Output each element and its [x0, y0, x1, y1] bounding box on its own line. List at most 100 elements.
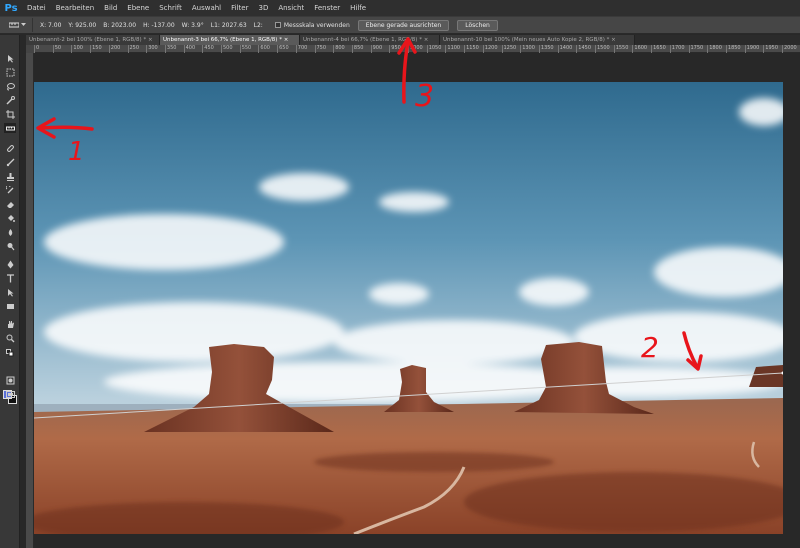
- checkbox-box[interactable]: [274, 22, 281, 28]
- menu-bild[interactable]: Bild: [99, 0, 122, 16]
- ruler-tick: 300: [146, 45, 158, 53]
- x-readout: X: 7.00: [40, 21, 62, 29]
- clear-button[interactable]: Löschen: [457, 19, 498, 31]
- tab-unbenannt-10[interactable]: Unbenannt-10 bei 100% (Mein neues Auto K…: [440, 35, 635, 45]
- history-brush-icon[interactable]: [4, 185, 16, 195]
- menu-auswahl[interactable]: Auswahl: [187, 0, 226, 16]
- ruler-tick: 1750: [688, 45, 704, 53]
- ruler-tick: 650: [277, 45, 289, 53]
- ruler-tick: 1900: [744, 45, 760, 53]
- quick-mask-icon[interactable]: [4, 375, 16, 385]
- ruler-tick: 0: [34, 45, 40, 53]
- photoshop-logo: Ps: [4, 2, 18, 14]
- eraser-tool-icon[interactable]: [4, 199, 16, 209]
- menu-bar: Ps Datei Bearbeiten Bild Ebene Schrift A…: [0, 0, 800, 16]
- menu-fenster[interactable]: Fenster: [309, 0, 345, 16]
- dodge-tool-icon[interactable]: [4, 241, 16, 251]
- y-readout: Y: 925.00: [68, 21, 97, 29]
- menu-hilfe[interactable]: Hilfe: [345, 0, 371, 16]
- options-bar: X: 7.00 Y: 925.00 B: 2023.00 H: -137.00 …: [0, 16, 800, 34]
- ruler-tick: 1200: [482, 45, 498, 53]
- ruler-tick: 1500: [595, 45, 610, 53]
- healing-brush-icon[interactable]: [4, 143, 16, 153]
- type-tool-icon[interactable]: [4, 273, 16, 283]
- tab-unbenannt-4[interactable]: Unbenannt-4 bei 66,7% (Ebene 1, RGB/8) *…: [300, 35, 440, 45]
- measure-scale-label: Messskala verwenden: [283, 21, 350, 29]
- move-tool-icon[interactable]: [4, 53, 16, 63]
- ruler-tick: 1400: [557, 45, 573, 53]
- brush-tool-icon[interactable]: [4, 157, 16, 167]
- tab-unbenannt-2[interactable]: Unbenannt-2 bei 100% (Ebene 1, RGB/8) * …: [26, 35, 160, 45]
- ruler-tick: 750: [314, 45, 327, 53]
- ruler-corner[interactable]: [26, 45, 34, 53]
- ruler-tick: 600: [258, 45, 270, 53]
- blur-tool-icon[interactable]: [4, 227, 16, 237]
- paint-bucket-icon[interactable]: [4, 213, 16, 223]
- ruler-tick: 1250: [501, 45, 517, 53]
- height-readout: H: -137.00: [143, 21, 175, 29]
- vertical-ruler[interactable]: [26, 53, 34, 548]
- ruler-tick: 1850: [725, 45, 741, 53]
- ruler-tick: 1100: [445, 45, 461, 53]
- menu-ansicht[interactable]: Ansicht: [273, 0, 309, 16]
- ruler-tick: 1050: [426, 45, 442, 53]
- tab-label: Unbenannt-4 bei 66,7% (Ebene 1, RGB/8) *: [303, 37, 422, 43]
- straighten-layer-button[interactable]: Ebene gerade ausrichten: [357, 19, 450, 31]
- length2-readout: L2:: [253, 21, 263, 29]
- pen-tool-icon[interactable]: [4, 259, 16, 269]
- ruler-tool-icon[interactable]: [4, 123, 16, 133]
- ruler-tick: 400: [183, 45, 196, 53]
- menu-bearbeiten[interactable]: Bearbeiten: [51, 0, 99, 16]
- ruler-tick: 1800: [707, 45, 722, 53]
- zoom-tool-icon[interactable]: [4, 333, 16, 343]
- document-canvas[interactable]: [24, 82, 800, 542]
- tab-unbenannt-3[interactable]: Unbenannt-3 bei 66,7% (Ebene 1, RGB/8) *…: [160, 35, 300, 45]
- measure-scale-checkbox[interactable]: Messskala verwenden: [274, 21, 350, 29]
- menu-schrift[interactable]: Schrift: [154, 0, 187, 16]
- close-icon[interactable]: ×: [611, 37, 616, 43]
- document-tabs: Unbenannt-2 bei 100% (Ebene 1, RGB/8) * …: [26, 35, 800, 45]
- ruler-tick: 100: [71, 45, 83, 53]
- ruler-tick: 700: [295, 45, 308, 53]
- ruler-tick: 1700: [669, 45, 685, 53]
- ruler-tick: 950: [389, 45, 401, 53]
- ruler-tick: 1950: [763, 45, 779, 53]
- menu-3d[interactable]: 3D: [253, 0, 273, 16]
- path-select-icon[interactable]: [4, 287, 16, 297]
- tools-panel: [0, 35, 20, 548]
- horizontal-ruler[interactable]: 0 50 100 150 200 250 300 350 400 450 500 550 600 650 7…: [34, 45, 800, 53]
- lasso-tool-icon[interactable]: [4, 81, 16, 91]
- shape-tool-icon[interactable]: [4, 301, 16, 311]
- marquee-tool-icon[interactable]: [4, 67, 16, 77]
- ruler-tick: 50: [52, 45, 62, 53]
- ruler-icon: [9, 22, 19, 28]
- landscape-photo: [24, 82, 800, 542]
- ruler-tick: 1300: [520, 45, 535, 53]
- ruler-tick: 900: [370, 45, 383, 53]
- menu-filter[interactable]: Filter: [226, 0, 253, 16]
- ruler-tick: 150: [90, 45, 102, 53]
- default-colors-icon[interactable]: [4, 348, 16, 358]
- tab-label: Unbenannt-2 bei 100% (Ebene 1, RGB/8) *: [29, 37, 147, 43]
- menu-datei[interactable]: Datei: [22, 0, 51, 16]
- clone-stamp-icon[interactable]: [4, 171, 16, 181]
- menu-ebene[interactable]: Ebene: [122, 0, 154, 16]
- tool-preset-picker[interactable]: [3, 18, 33, 32]
- ruler-tick: 200: [108, 45, 121, 53]
- tab-label: Unbenannt-10 bei 100% (Mein neues Auto K…: [443, 37, 610, 43]
- ruler-tick: 800: [333, 45, 345, 53]
- ruler-tick: 500: [221, 45, 233, 53]
- close-icon[interactable]: ×: [284, 37, 289, 43]
- hand-tool-icon[interactable]: [4, 319, 16, 329]
- screen-mode-icon[interactable]: [4, 389, 16, 399]
- ruler-tick: 1450: [576, 45, 592, 53]
- width-readout: B: 2023.00: [103, 21, 137, 29]
- quick-select-tool-icon[interactable]: [4, 95, 16, 105]
- close-icon[interactable]: ×: [424, 37, 429, 43]
- chevron-down-icon: [21, 23, 26, 26]
- close-icon[interactable]: ×: [148, 37, 153, 43]
- ruler-tick: 1000: [408, 45, 423, 53]
- ruler-tick: 550: [239, 45, 252, 53]
- crop-tool-icon[interactable]: [4, 109, 16, 119]
- ruler-tick: 450: [202, 45, 214, 53]
